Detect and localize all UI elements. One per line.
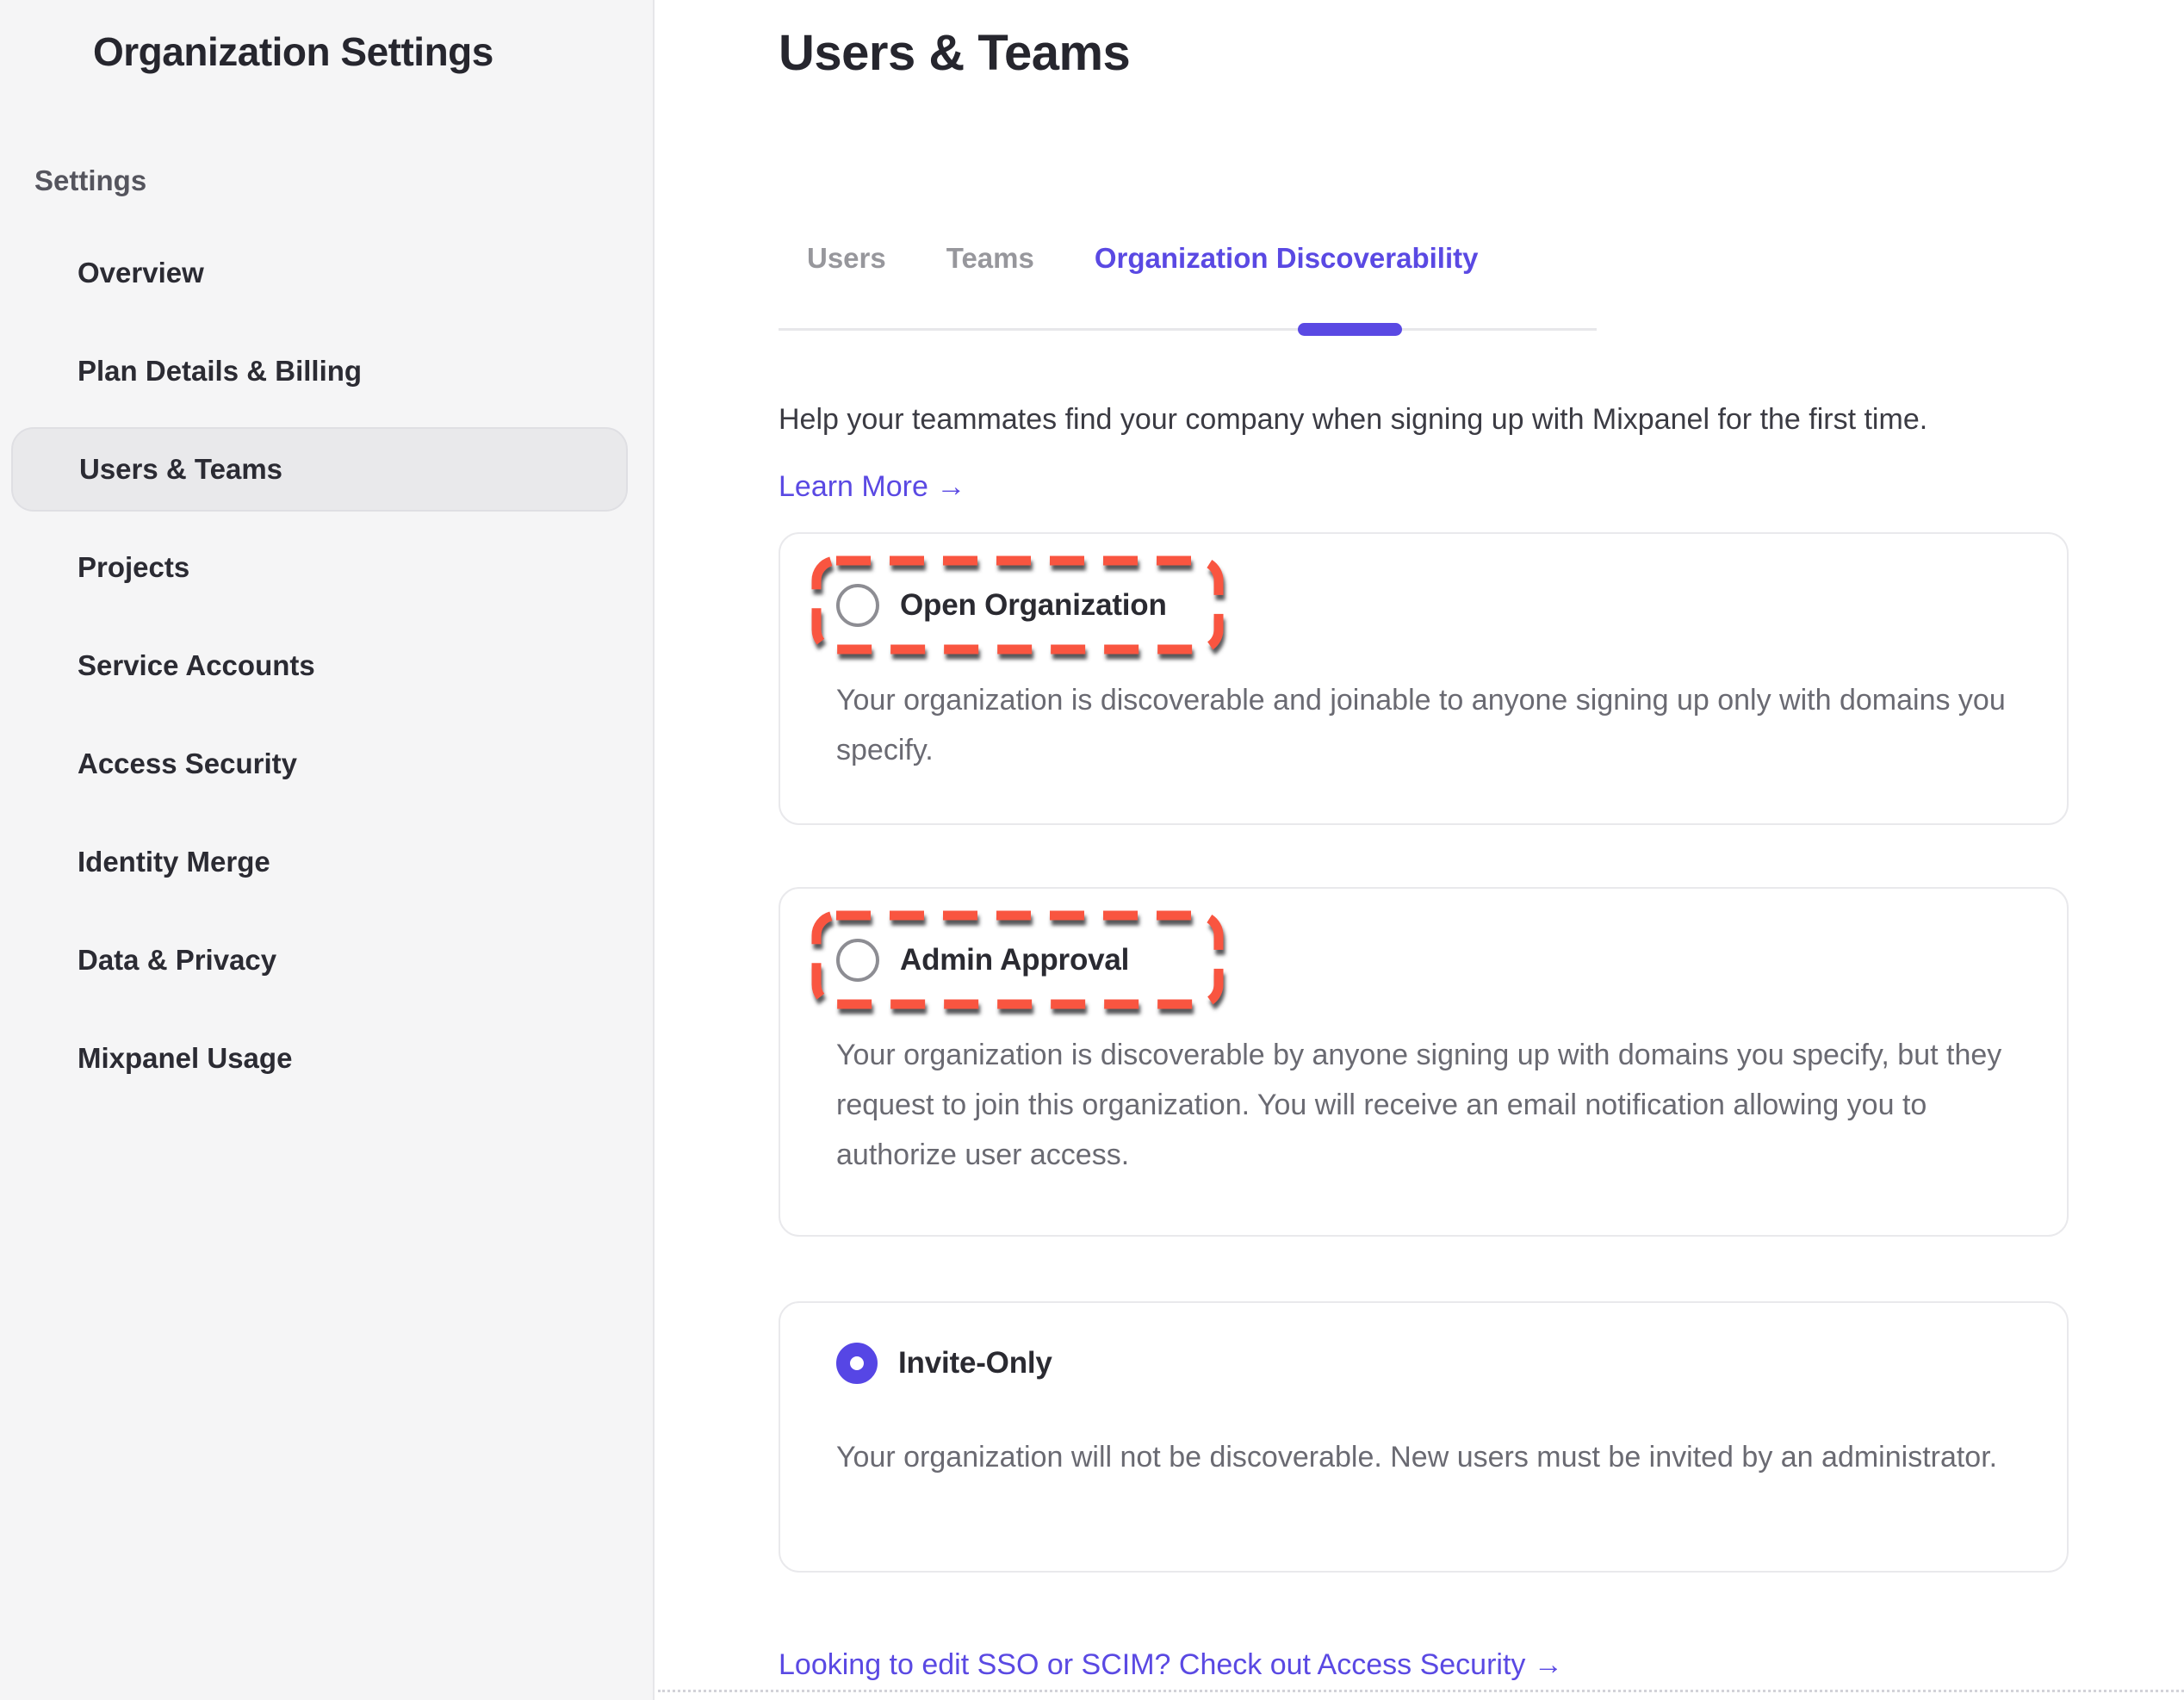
- sidebar-item-service-accounts[interactable]: Service Accounts: [11, 624, 628, 708]
- organization-settings-page: Organization Settings Settings Overview …: [0, 0, 2184, 1700]
- option-label-invite-only[interactable]: Invite-Only: [898, 1346, 1052, 1380]
- active-tab-indicator: [1298, 323, 1402, 336]
- sidebar-item-users-teams[interactable]: Users & Teams: [11, 427, 628, 512]
- radio-invite-only[interactable]: [836, 1343, 878, 1384]
- sidebar-item-overview[interactable]: Overview: [11, 231, 628, 315]
- option-row: Admin Approval: [836, 889, 2032, 982]
- sidebar-item-identity-merge[interactable]: Identity Merge: [11, 820, 628, 904]
- tab-teams[interactable]: Teams: [946, 239, 1034, 277]
- option-row: Open Organization: [836, 534, 2032, 627]
- sidebar-section-label: Settings: [34, 162, 653, 200]
- sidebar-item-mixpanel-usage[interactable]: Mixpanel Usage: [11, 1016, 628, 1101]
- tab-users[interactable]: Users: [807, 239, 886, 277]
- access-security-link[interactable]: Looking to edit SSO or SCIM? Check out A…: [779, 1643, 1563, 1686]
- sidebar-item-access-security[interactable]: Access Security: [11, 722, 628, 806]
- sidebar-title: Organization Settings: [93, 24, 653, 79]
- option-description: Your organization is discoverable and jo…: [836, 675, 2032, 775]
- radio-admin-approval[interactable]: [836, 939, 879, 982]
- sidebar-item-plan-details-billing[interactable]: Plan Details & Billing: [11, 329, 628, 413]
- sidebar-item-projects[interactable]: Projects: [11, 525, 628, 610]
- settings-sidebar: Organization Settings Settings Overview …: [0, 0, 655, 1700]
- option-description: Your organization is discoverable by any…: [836, 1030, 2032, 1180]
- radio-open-organization[interactable]: [836, 584, 879, 627]
- tab-organization-discoverability[interactable]: Organization Discoverability: [1095, 239, 1479, 277]
- option-row: Invite-Only: [836, 1303, 2032, 1384]
- sidebar-nav: Overview Plan Details & Billing Users & …: [0, 231, 653, 1101]
- dotted-divider: [658, 1690, 2184, 1692]
- option-card-open-organization: Open Organization Your organization is d…: [779, 532, 2069, 825]
- option-card-invite-only: Invite-Only Your organization will not b…: [779, 1301, 2069, 1573]
- users-teams-content: Users & Teams Users Teams Organization D…: [656, 22, 2184, 1686]
- page-title: Users & Teams: [779, 22, 2184, 84]
- option-card-admin-approval: Admin Approval Your organization is disc…: [779, 887, 2069, 1237]
- tab-bar: Users Teams Organization Discoverability: [779, 239, 1597, 331]
- option-label-open-organization[interactable]: Open Organization: [900, 588, 1167, 623]
- option-label-admin-approval[interactable]: Admin Approval: [900, 943, 1129, 977]
- learn-more-link[interactable]: Learn More →: [779, 465, 965, 508]
- discoverability-intro-text: Help your teammates find your company wh…: [779, 398, 2184, 441]
- option-description: Your organization will not be discoverab…: [836, 1432, 2032, 1482]
- sidebar-item-data-privacy[interactable]: Data & Privacy: [11, 918, 628, 1002]
